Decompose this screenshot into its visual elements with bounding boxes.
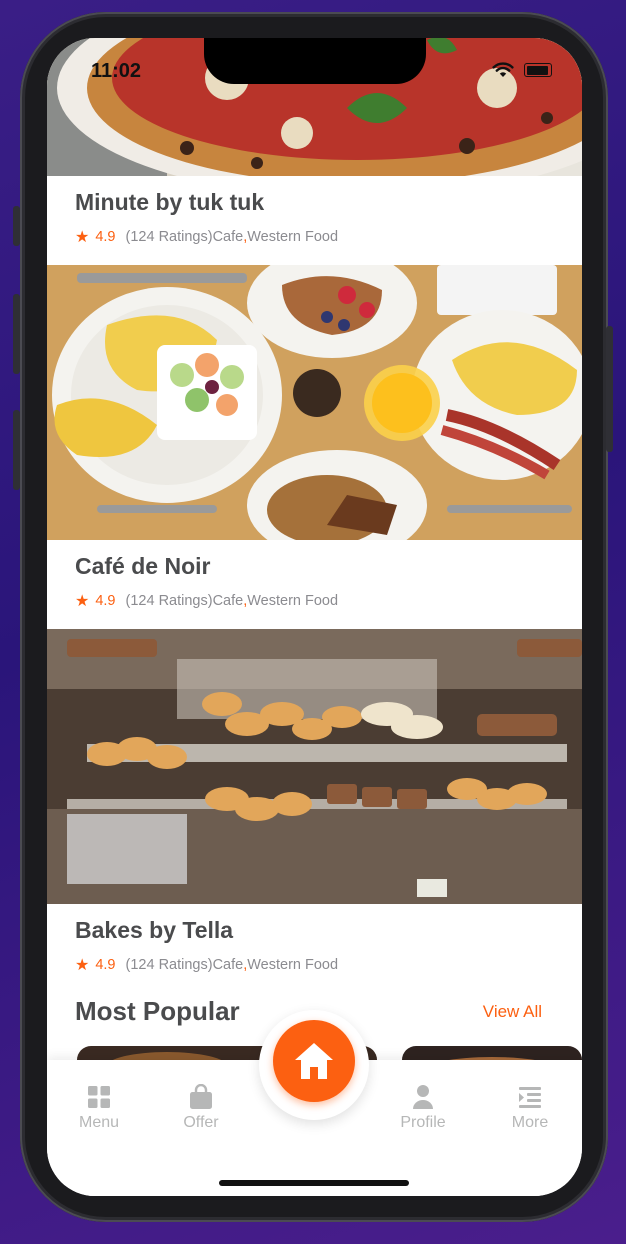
rating-value: 4.9 [95, 593, 116, 609]
shopping-bag-icon [190, 1084, 212, 1109]
section-title-most-popular: Most Popular [75, 996, 240, 1026]
tab-menu[interactable]: Menu [59, 1084, 139, 1132]
person-icon [413, 1085, 433, 1109]
restaurant-name[interactable]: Minute by tuk tuk [75, 189, 264, 216]
star-icon: ★ [75, 593, 90, 610]
wifi-icon [492, 62, 514, 77]
restaurant-name[interactable]: Café de Noir [75, 553, 210, 580]
star-icon: ★ [75, 229, 90, 246]
home-indicator[interactable] [219, 1180, 409, 1186]
battery-icon [524, 63, 552, 77]
tab-label: More [511, 1114, 549, 1131]
restaurant-photo-bakery[interactable] [47, 629, 582, 904]
grid-icon [88, 1086, 110, 1108]
ratings-count: (124 Ratings) [125, 229, 213, 245]
volume-up-button [13, 294, 20, 374]
restaurant-meta: ★ 4.9 (124 Ratings) Cafe , Western Food [75, 955, 338, 975]
restaurant-meta: ★ 4.9 (124 Ratings) Cafe , Western Food [75, 591, 338, 611]
status-time: 11:02 [91, 60, 142, 82]
volume-down-button [13, 410, 20, 490]
restaurant-category: Cafe [212, 593, 244, 609]
power-button [606, 326, 613, 452]
rating-value: 4.9 [95, 229, 116, 245]
silent-switch [13, 206, 20, 246]
tab-profile[interactable]: Profile [383, 1084, 463, 1132]
restaurant-category: Cafe [212, 957, 244, 973]
tab-label: Profile [400, 1114, 446, 1131]
restaurant-cuisine: Western Food [247, 593, 339, 609]
home-icon [295, 1043, 333, 1079]
ratings-count: (124 Ratings) [125, 957, 213, 973]
tab-label: Offer [183, 1114, 219, 1131]
restaurant-photo-breakfast[interactable] [47, 265, 582, 540]
restaurant-name[interactable]: Bakes by Tella [75, 917, 233, 944]
rating-value: 4.9 [95, 957, 116, 973]
restaurant-meta: ★ 4.9 (124 Ratings) Cafe , Western Food [75, 227, 338, 247]
restaurant-category: Cafe [212, 229, 244, 245]
tab-offer[interactable]: Offer [161, 1084, 241, 1132]
tab-more[interactable]: More [490, 1084, 570, 1132]
menu-list-icon [519, 1087, 541, 1108]
restaurant-cuisine: Western Food [247, 957, 339, 973]
app-screen: 11:02 Minute by tuk tuk ★ 4.9 (124 Ratin… [47, 38, 582, 1196]
restaurant-cuisine: Western Food [247, 229, 339, 245]
tab-label: Menu [78, 1114, 120, 1131]
tab-home[interactable] [273, 1020, 355, 1102]
view-all-link[interactable]: View All [483, 1002, 542, 1022]
ratings-count: (124 Ratings) [125, 593, 213, 609]
notch [204, 38, 426, 84]
star-icon: ★ [75, 957, 90, 974]
bottom-tab-bar: Menu Offer Profile More [47, 1010, 582, 1196]
status-icons [492, 62, 552, 78]
